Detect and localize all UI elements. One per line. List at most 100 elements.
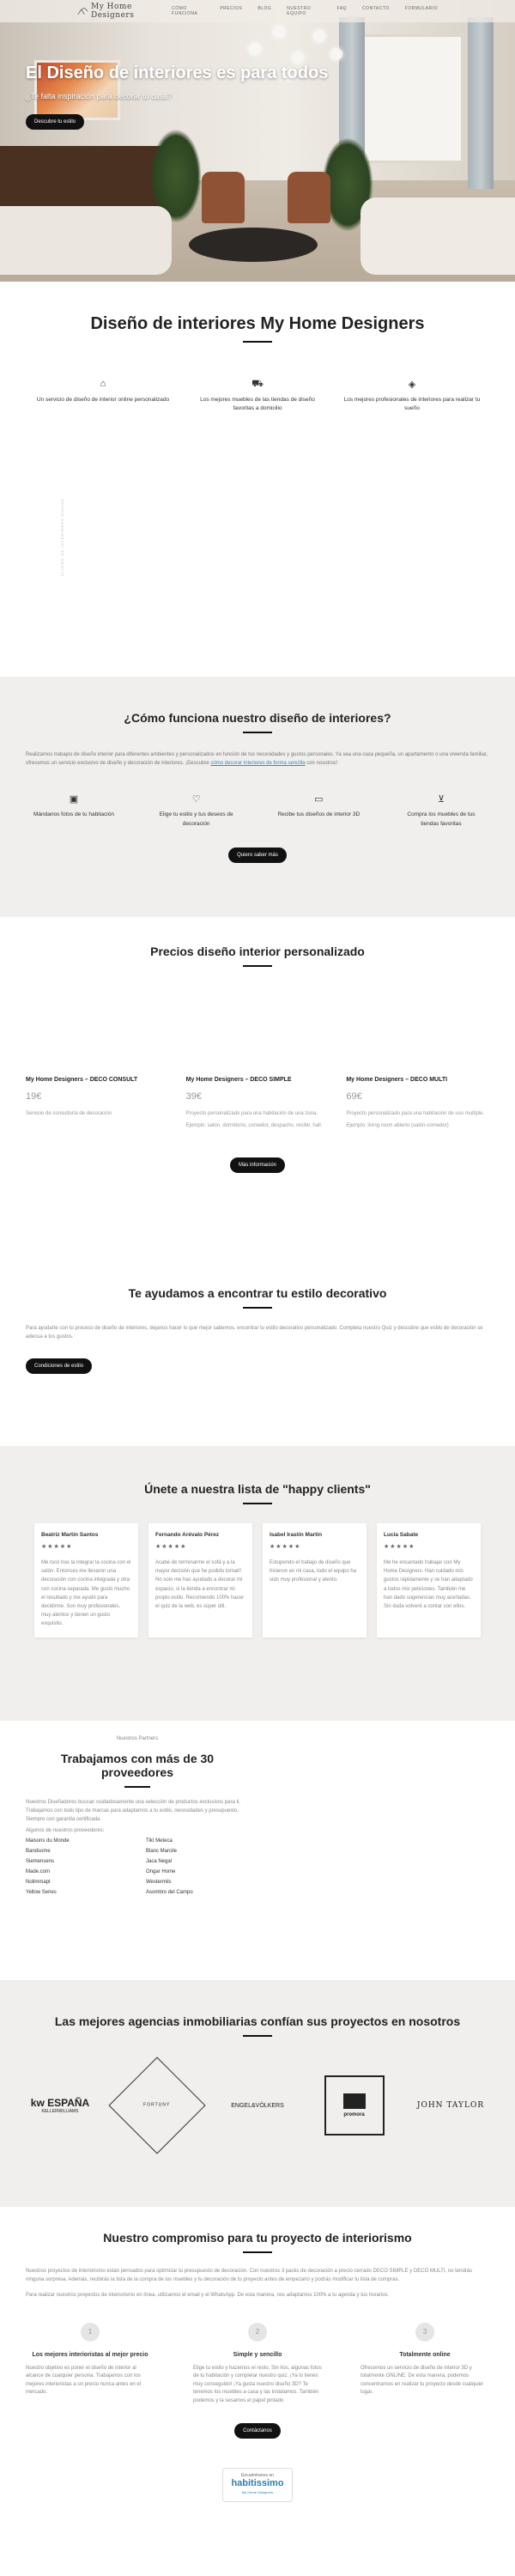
kw-logo-subtext: KELLERWILLIAMS <box>41 2109 79 2114</box>
testimonial-quote: Estupendo el trabajo de diseño que hicie… <box>270 1560 357 1583</box>
brand-item: Westermils <box>146 1879 172 1885</box>
plan-example: Ejemplo: salón, dormitorio, comedor, des… <box>185 1122 323 1128</box>
brand-item: Tikí Meteca <box>146 1838 173 1844</box>
plan-description: Proyecto personalizado para una habitaci… <box>185 1111 318 1116</box>
habitissimo-logo: habitissimo <box>231 2477 284 2488</box>
habitissimo-badge[interactable]: Encuéntranos en habitissimo My Home Desi… <box>222 2467 293 2502</box>
menu-item-contacto[interactable]: CONTACTO <box>362 6 390 16</box>
brand-item: Blanc Marcile <box>146 1848 178 1854</box>
prices-section: Precios diseño interior personalizado My… <box>0 917 515 1269</box>
contact-button[interactable]: Contáctanos <box>234 2422 281 2439</box>
decorate-link[interactable]: cómo decorar interiores de forma sencill… <box>210 761 305 766</box>
style-section: Te ayudamos a encontrar tu estilo decora… <box>0 1269 515 1446</box>
style-title: Te ayudamos a encontrar tu estilo decora… <box>128 1286 387 1300</box>
prices-cta-wrap: Más información <box>0 1157 515 1174</box>
feature-text: Los mejores profesionales de interiores … <box>343 397 481 411</box>
hero-section: My Home Designers CÓMO FUNCIONA PRECIOS … <box>0 0 515 282</box>
promora-mark <box>342 2093 366 2109</box>
hero-subtitle: ¿Te falta inspiración para decorar tu ca… <box>26 92 173 100</box>
testimonial-card: Lucía Sabate ★★★★★ Me he encantado traba… <box>377 1523 481 1637</box>
features-row: ⌂ Un servicio de diseño de interior onli… <box>0 379 515 413</box>
hero-text: El Diseño de interiores es para todos ¿T… <box>26 64 328 130</box>
menu-item-blog[interactable]: BLOG <box>258 6 271 16</box>
menu-item-formulario[interactable]: FORMULARIO <box>405 6 438 16</box>
pillars-row: 1 Los mejores interioristas al mejor pre… <box>26 2322 489 2406</box>
how-cta-wrap: Quiero saber más <box>26 848 489 864</box>
pillar-number: 1 <box>81 2322 100 2342</box>
pillar-item: 1 Los mejores interioristas al mejor pre… <box>26 2322 154 2406</box>
brand-item: Asombro del Campo <box>146 1889 193 1895</box>
client-name: Lucía Sabate <box>384 1532 419 1538</box>
more-info-button[interactable]: Más información <box>229 1157 285 1174</box>
menu-item-precios[interactable]: PRECIOS <box>220 6 242 16</box>
pillar-title: Simple y sencillo <box>233 2351 282 2358</box>
hero-chair <box>288 172 330 223</box>
promora-logo-text: promora <box>343 2112 365 2117</box>
client-name: Fernando Arévalo Pérez <box>155 1532 220 1538</box>
step-item: ▣ Mándanos fotos de tu habitación <box>31 793 117 829</box>
testimonial-quote: Me he encantado trabajar con My Home Des… <box>384 1560 473 1609</box>
style-cta-wrap: Condiciones de estilo <box>26 1358 489 1375</box>
brand-item: Maisons du Monde <box>26 1838 70 1844</box>
plan-price: 19€ <box>26 1091 42 1102</box>
home-icon: ⌂ <box>100 379 106 389</box>
commitment-text-2: Para realizar nuestros proyectos de inte… <box>26 2293 390 2299</box>
step-item: ▭ Recibe tus diseños de interior 3D <box>276 793 361 829</box>
diamond-icon: ◈ <box>408 380 416 390</box>
pillar-title: Totalmente online <box>399 2351 451 2358</box>
discover-style-button[interactable]: Descubre tu estilo <box>26 114 85 130</box>
rating-stars: ★★★★★ <box>41 1544 73 1550</box>
step-item: ♡ Elige tu estilo y tus deseos de decora… <box>154 793 239 829</box>
truck-icon: ⛟ <box>251 379 264 389</box>
menu-item-equipo[interactable]: NUESTRO EQUIPO <box>287 6 321 16</box>
testimonial-quote: Acabé de terminarme el sofá y a la mayor… <box>155 1560 245 1609</box>
plan-deco-simple: My Home Designers – DECO SIMPLE 39€ Proy… <box>186 1077 330 1130</box>
step-item: ⊻ Compra los muebles de tus tiendas favo… <box>398 793 484 829</box>
plan-deco-consult: My Home Designers – DECO CONSULT 19€ Ser… <box>26 1077 169 1130</box>
top-navigation: My Home Designers CÓMO FUNCIONA PRECIOS … <box>0 0 515 22</box>
hero-window <box>360 34 464 163</box>
pillar-title: Los mejores interioristas al mejor preci… <box>32 2351 148 2358</box>
menu-item-faq[interactable]: FAQ <box>337 6 348 16</box>
hero-sofa <box>360 197 515 275</box>
brand-item: Ongar Home <box>146 1868 176 1874</box>
hero-sofa <box>0 206 172 275</box>
hero-coffee-table <box>189 228 318 262</box>
promora-logo: promora <box>324 2075 385 2136</box>
agencies-section: Las mejores agencias inmobiliarias confí… <box>0 1980 515 2207</box>
agency-logos: kw ESPAÑA KELLERWILLIAMS FORTUNY ENGEL&V… <box>0 2057 515 2154</box>
agencies-title: Las mejores agencias inmobiliarias confí… <box>54 2014 461 2028</box>
monitor-icon: ▭ <box>314 794 324 805</box>
step-text: Mándanos fotos de tu habitación <box>33 811 114 818</box>
testimonial-quote: Me tocó tras la integrar la cocina con e… <box>41 1560 131 1627</box>
plan-description: Servicio de consultoría de decoración <box>26 1111 112 1116</box>
title-divider <box>243 341 272 343</box>
style-quiz-button[interactable]: Condiciones de estilo <box>26 1358 93 1375</box>
feature-item: ◈ Los mejores profesionales de interiore… <box>343 379 481 413</box>
title-divider <box>243 2251 272 2253</box>
brand-item: Jaca Negal <box>146 1858 173 1864</box>
learn-more-button[interactable]: Quiero saber más <box>228 848 287 864</box>
pillar-desc: Ofrecemos un servicio de diseño de inter… <box>360 2365 484 2396</box>
plan-price: 39€ <box>185 1091 203 1102</box>
title-divider <box>243 2035 272 2037</box>
pillar-item: 2 Simple y sencillo Elige tu estilo y ha… <box>193 2322 322 2406</box>
plan-example: Ejemplo: living room abierto (salón-come… <box>346 1122 449 1128</box>
menu-item-como-funciona[interactable]: CÓMO FUNCIONA <box>172 6 204 16</box>
brand-item: Nolimmapt <box>26 1879 51 1885</box>
brand-item: Yellow Series <box>26 1889 57 1895</box>
client-name: Isabel Irastín Martín <box>270 1532 323 1538</box>
prices-title: Precios diseño interior personalizado <box>150 945 365 958</box>
suppliers-kicker-wrap: Nuestros Partners <box>26 1736 489 1741</box>
site-logo[interactable]: My Home Designers <box>77 3 172 20</box>
logo-text: My Home Designers <box>90 3 135 20</box>
plan-description: Proyecto personalizado para una habitaci… <box>346 1111 485 1116</box>
title-divider <box>243 732 272 733</box>
step-text: Elige tu estilo y tus deseos de decoraci… <box>159 811 233 827</box>
house-logo-icon <box>77 7 88 15</box>
cart-icon: ⊻ <box>437 794 445 805</box>
commitment-section: Nuestro compromiso para tu proyecto de i… <box>0 2207 515 2571</box>
style-text: Para ayudarte con tu proceso de diseño d… <box>26 1326 483 1340</box>
john-taylor-logo: JOHN TAYLOR <box>412 2101 489 2110</box>
kw-logo-text: kw ESPAÑA <box>30 2097 90 2109</box>
